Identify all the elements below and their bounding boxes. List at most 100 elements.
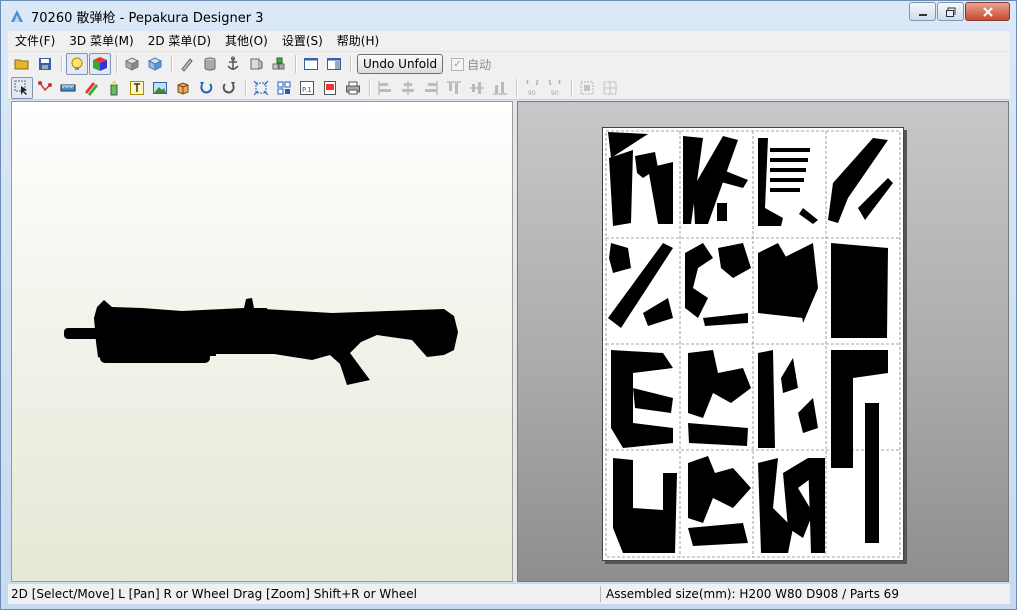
- flap-icon: [250, 58, 263, 70]
- toolbar-separator: [61, 55, 62, 73]
- light-toggle-button[interactable]: [66, 53, 88, 75]
- menu-settings[interactable]: 设置(S): [275, 31, 330, 51]
- unfold-button[interactable]: [268, 53, 290, 75]
- app-window: 70260 散弹枪 - Pepakura Designer 3 文件(F) 3D…: [0, 0, 1017, 610]
- align-top-button[interactable]: [443, 77, 465, 99]
- status-mode-hint: 2D [Select/Move] L [Pan] R or Wheel Drag…: [11, 587, 417, 601]
- select-move-button[interactable]: [11, 76, 33, 99]
- group-frame-icon: [580, 81, 594, 94]
- pepakura-app-icon: [11, 10, 23, 22]
- show-edges-button[interactable]: [144, 53, 166, 75]
- window-controls: [908, 2, 1010, 21]
- cylinder-button[interactable]: [199, 53, 221, 75]
- pattern-2d-view[interactable]: [517, 101, 1009, 582]
- print-button[interactable]: [342, 77, 364, 99]
- window-title: 70260 散弹枪 - Pepakura Designer 3: [31, 10, 264, 26]
- align-left-icon: [378, 80, 391, 95]
- rotate-90-label: 90: [528, 90, 536, 96]
- box-icon: [177, 81, 189, 95]
- menu-help[interactable]: 帮助(H): [330, 31, 386, 51]
- rotate-ccw-button[interactable]: [195, 77, 217, 99]
- align-center-v-button[interactable]: [397, 77, 419, 99]
- image-button[interactable]: [149, 77, 171, 99]
- light-bulb-icon: [71, 57, 83, 70]
- color-cube-icon: [93, 57, 107, 71]
- undo-unfold-button[interactable]: Undo Unfold: [357, 54, 444, 74]
- show-faces-button[interactable]: [121, 53, 143, 75]
- blue-cube-icon: [147, 57, 163, 71]
- rotate-90-label: 90: [551, 90, 559, 96]
- toolbar-separator: [171, 55, 172, 73]
- page-number-button[interactable]: P.1: [296, 77, 318, 99]
- arrange-icon: [277, 81, 291, 94]
- model-3d-view[interactable]: [11, 101, 513, 582]
- checkbox-box: ✓: [451, 57, 465, 71]
- view-3d-only-button[interactable]: [300, 53, 322, 75]
- texture-toggle-button[interactable]: [89, 53, 111, 75]
- align-bottom-button[interactable]: [489, 77, 511, 99]
- rotate-90-right-icon: 90: [548, 79, 561, 96]
- select-arrow-icon: [14, 80, 27, 95]
- single-pane-icon: [304, 58, 318, 70]
- status-divider: [600, 586, 601, 602]
- cylinder-icon: [204, 57, 216, 71]
- open-folder-icon: [14, 59, 29, 70]
- flap-button[interactable]: [245, 53, 267, 75]
- rotate-90-ccw-button[interactable]: 90: [521, 77, 543, 99]
- ruler-icon: [60, 84, 76, 91]
- toolbar-separator: [245, 78, 246, 97]
- status-bar: 2D [Select/Move] L [Pan] R or Wheel Drag…: [8, 584, 1010, 604]
- align-right-button[interactable]: [420, 77, 442, 99]
- unfolded-parts: [605, 130, 901, 558]
- split-pane-icon: [327, 58, 341, 70]
- auto-checkbox[interactable]: ✓ 自动: [451, 56, 491, 73]
- page-preview-icon: [324, 80, 336, 95]
- minimize-button[interactable]: [909, 2, 936, 21]
- menu-other[interactable]: 其他(O): [218, 31, 275, 51]
- print-preview-button[interactable]: [319, 77, 341, 99]
- text-frame-icon: [130, 80, 144, 95]
- rotate-90-cw-button[interactable]: 90: [544, 77, 566, 99]
- ruler-button[interactable]: [57, 77, 79, 99]
- zoom-fit-button[interactable]: [250, 77, 272, 99]
- rotate-90-left-icon: 90: [526, 79, 539, 96]
- menu-3d[interactable]: 3D 菜单(M): [62, 31, 140, 51]
- anchor-icon: [227, 56, 239, 70]
- text-button[interactable]: [126, 77, 148, 99]
- menu-2d[interactable]: 2D 菜单(D): [141, 31, 218, 51]
- close-button[interactable]: [965, 2, 1010, 21]
- rotate-cw-button[interactable]: [218, 77, 240, 99]
- toolbar-separator: [571, 78, 572, 97]
- align-middle-icon: [470, 81, 484, 94]
- maximize-button[interactable]: [937, 2, 964, 21]
- arrange-parts-button[interactable]: [273, 77, 295, 99]
- view-split-button[interactable]: [323, 53, 345, 75]
- status-assembled-size: Assembled size(mm): H200 W80 D908 / Part…: [606, 587, 899, 601]
- toolbar-2d: P.1 90 90: [8, 76, 1010, 100]
- save-disk-icon: [39, 58, 51, 70]
- align-middle-button[interactable]: [466, 77, 488, 99]
- join-edges-button[interactable]: [34, 77, 56, 99]
- toolbar-separator: [295, 55, 296, 73]
- group-button[interactable]: [576, 77, 598, 99]
- minimize-icon: [918, 13, 927, 16]
- open-button[interactable]: [11, 53, 33, 75]
- box-unfold-button[interactable]: [172, 77, 194, 99]
- align-left-button[interactable]: [374, 77, 396, 99]
- paint-button[interactable]: [80, 77, 102, 99]
- menu-file[interactable]: 文件(F): [8, 31, 62, 51]
- edit-edge-button[interactable]: [176, 53, 198, 75]
- menu-bar: 文件(F) 3D 菜单(M) 2D 菜单(D) 其他(O) 设置(S) 帮助(H…: [8, 31, 1010, 51]
- toolbar-main: Undo Unfold ✓ 自动: [8, 52, 1010, 76]
- toolbar-separator: [369, 78, 370, 97]
- glue-tab-button[interactable]: [103, 77, 125, 99]
- toolbar-separator: [516, 78, 517, 97]
- paper-sheet: [602, 127, 904, 561]
- ungroup-button[interactable]: [599, 77, 621, 99]
- save-button[interactable]: [34, 53, 56, 75]
- color-pencils-icon: [85, 81, 98, 96]
- rotate-right-icon: [222, 81, 235, 93]
- close-icon: [982, 6, 993, 17]
- anchor-button[interactable]: [222, 53, 244, 75]
- auto-checkbox-label: 自动: [467, 57, 492, 72]
